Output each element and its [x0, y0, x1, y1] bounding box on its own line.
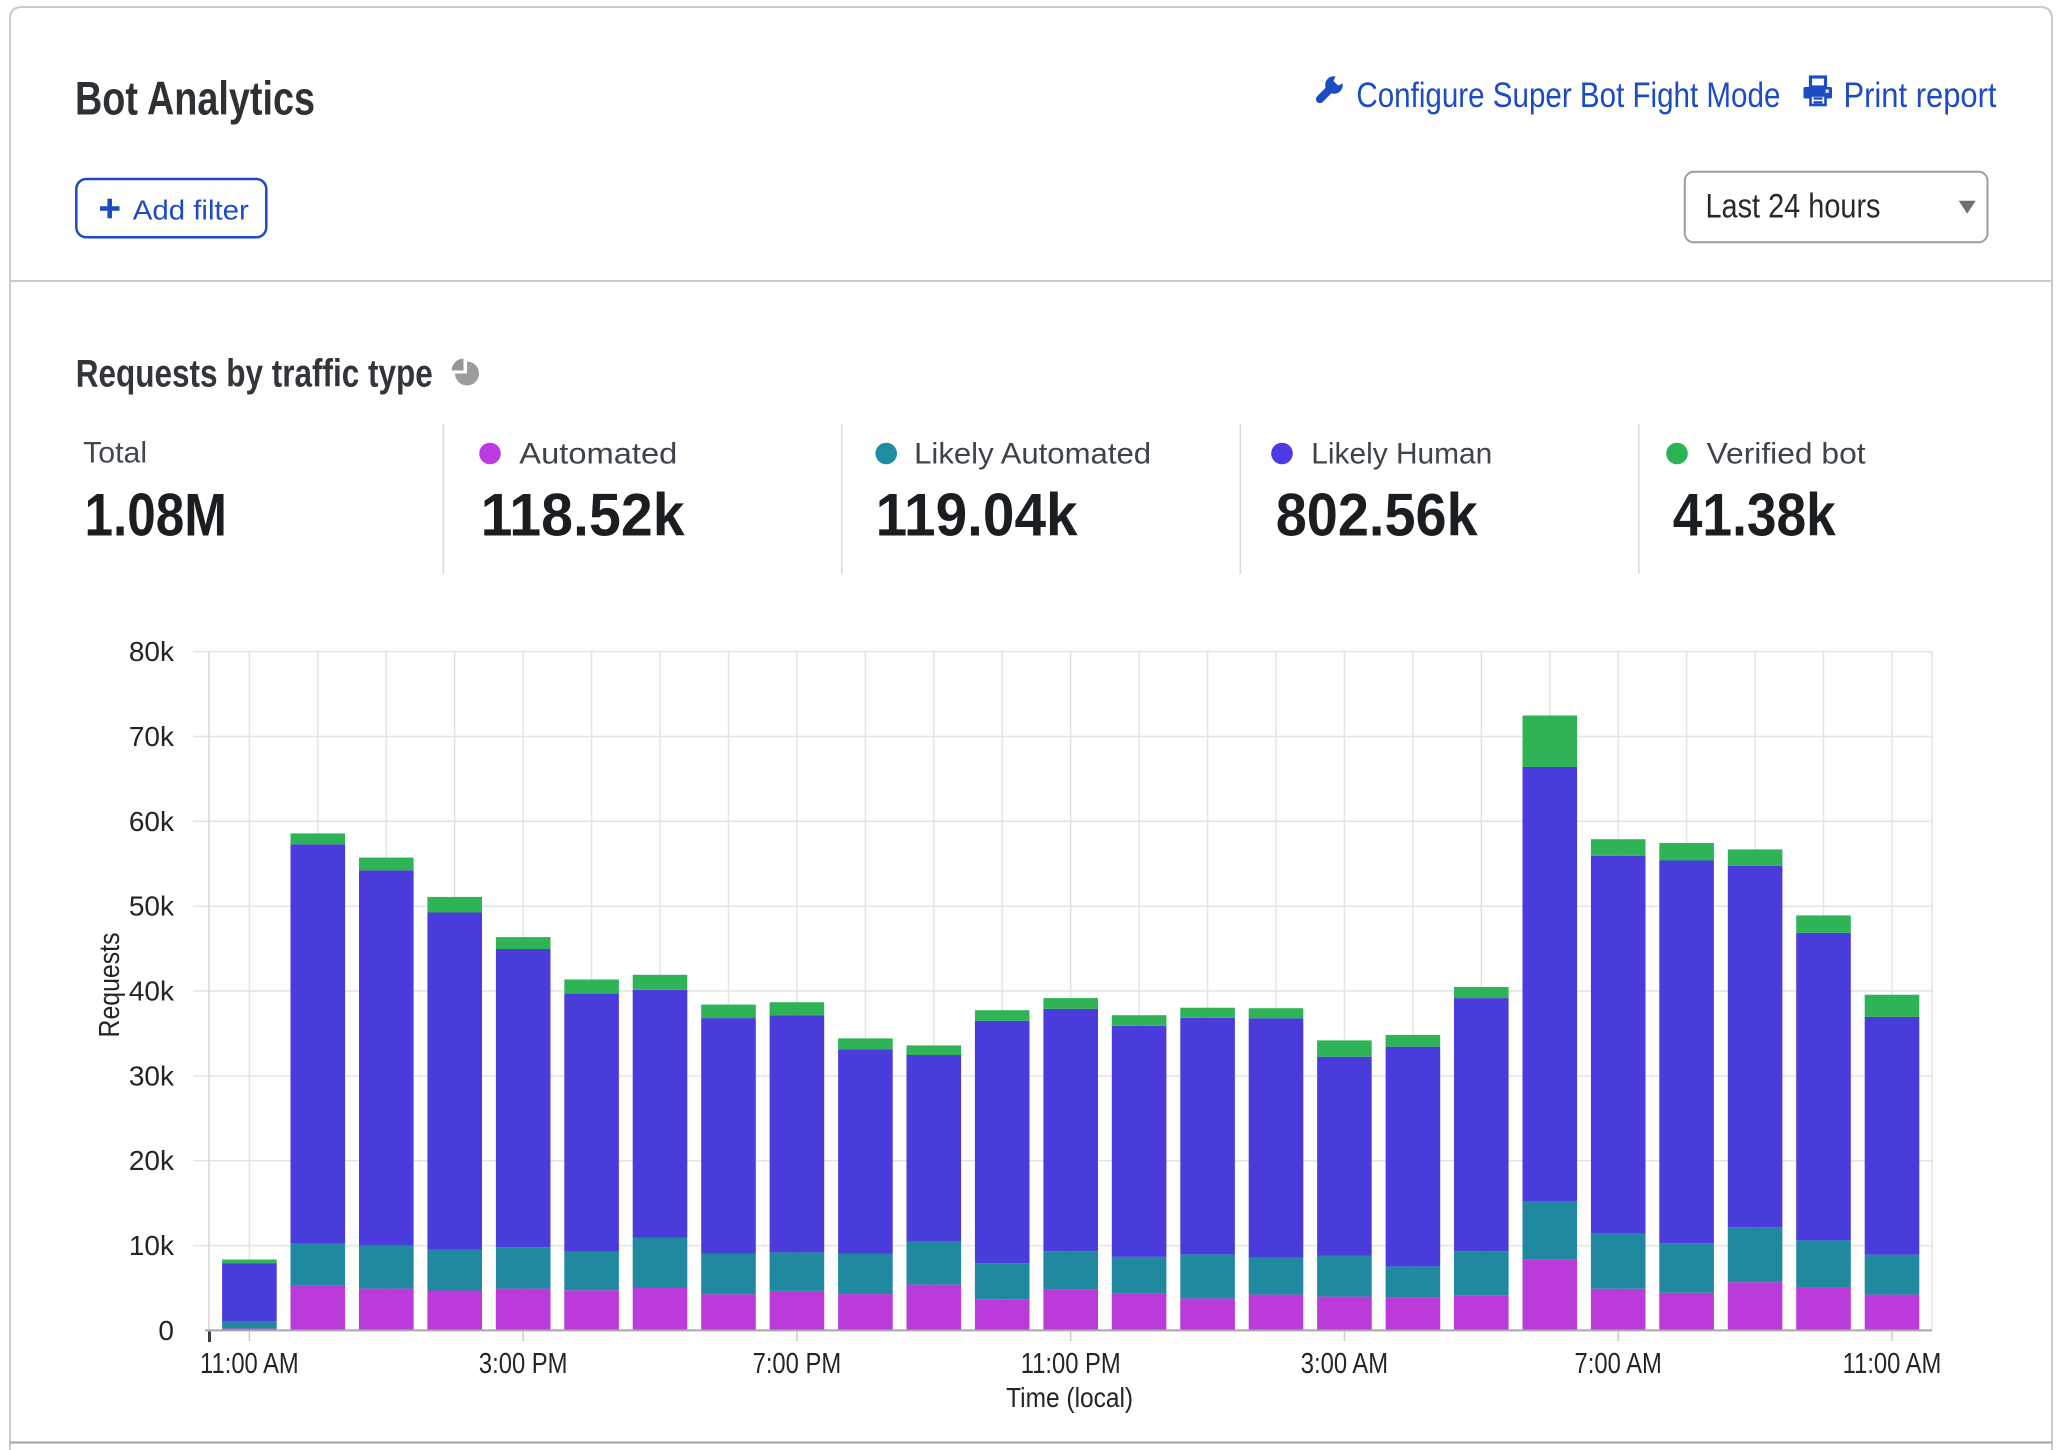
- svg-text:Requests: Requests: [94, 933, 126, 1038]
- svg-text:Add filter: Add filter: [133, 194, 249, 225]
- svg-text:119.04k: 119.04k: [876, 482, 1079, 549]
- svg-text:Configure Super Bot Fight Mode: Configure Super Bot Fight Mode: [1356, 75, 1780, 115]
- svg-text:11:00 AM: 11:00 AM: [1843, 1348, 1942, 1380]
- svg-text:10k: 10k: [129, 1230, 175, 1261]
- svg-text:3:00 AM: 3:00 AM: [1301, 1348, 1388, 1380]
- svg-text:118.52k: 118.52k: [481, 482, 686, 549]
- svg-text:1.08M: 1.08M: [85, 482, 228, 549]
- svg-text:Total: Total: [83, 437, 147, 470]
- svg-text:Requests by traffic type: Requests by traffic type: [76, 353, 433, 396]
- svg-text:40k: 40k: [129, 976, 175, 1007]
- svg-text:Bot Analytics: Bot Analytics: [75, 72, 315, 125]
- svg-text:Likely Automated: Likely Automated: [914, 438, 1151, 471]
- svg-text:7:00 PM: 7:00 PM: [753, 1348, 842, 1380]
- svg-text:Time (local): Time (local): [1006, 1382, 1133, 1413]
- svg-text:7:00 AM: 7:00 AM: [1575, 1348, 1662, 1380]
- svg-text:70k: 70k: [129, 721, 175, 752]
- svg-text:Automated: Automated: [519, 438, 677, 471]
- svg-text:50k: 50k: [129, 891, 175, 922]
- svg-text:3:00 PM: 3:00 PM: [479, 1348, 568, 1380]
- svg-text:20k: 20k: [129, 1145, 175, 1176]
- svg-text:11:00 AM: 11:00 AM: [200, 1348, 299, 1380]
- svg-text:80k: 80k: [129, 636, 175, 667]
- svg-text:30k: 30k: [129, 1060, 175, 1091]
- svg-text:802.56k: 802.56k: [1276, 482, 1479, 549]
- svg-text:Print report: Print report: [1844, 75, 1997, 115]
- svg-text:Verified bot: Verified bot: [1707, 438, 1867, 471]
- svg-text:Likely Human: Likely Human: [1311, 438, 1492, 471]
- svg-text:0: 0: [158, 1315, 174, 1346]
- svg-text:11:00 PM: 11:00 PM: [1021, 1348, 1121, 1380]
- svg-text:Last 24 hours: Last 24 hours: [1706, 188, 1881, 226]
- svg-text:41.38k: 41.38k: [1673, 482, 1837, 549]
- svg-text:60k: 60k: [129, 806, 175, 837]
